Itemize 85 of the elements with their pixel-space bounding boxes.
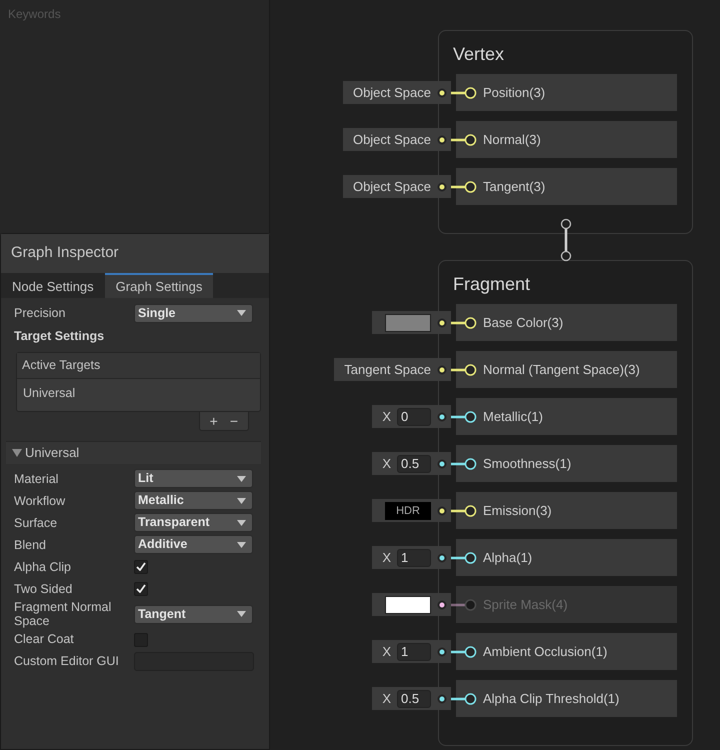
checkbox[interactable]: [134, 582, 148, 596]
caret-icon: [237, 520, 246, 526]
port-connector: [451, 692, 477, 706]
field-label: Precision: [14, 306, 66, 320]
port-connector: [451, 551, 477, 565]
list-item[interactable]: Universal: [17, 378, 260, 412]
slot-input[interactable]: X 0.5: [372, 687, 451, 710]
input-slot[interactable]: Metallic(1): [456, 398, 677, 435]
dropdown[interactable]: Additive: [134, 535, 253, 554]
port-connector: [451, 180, 477, 194]
number-field[interactable]: 0.5: [397, 454, 431, 472]
port-connector: [451, 504, 477, 518]
tab[interactable]: Graph Settings: [104, 272, 214, 298]
foldout-header[interactable]: Universal: [6, 441, 261, 464]
number-field[interactable]: 1: [397, 548, 431, 566]
dropdown[interactable]: Lit: [134, 469, 253, 488]
slot-input[interactable]: Object Space: [342, 128, 451, 151]
dropdown[interactable]: Single: [134, 304, 253, 322]
axis-label: X: [382, 408, 391, 426]
slot-input[interactable]: [372, 311, 451, 334]
input-slot[interactable]: Emission(3): [456, 492, 677, 529]
add-button[interactable]: +: [206, 412, 222, 430]
axis-label: X: [382, 548, 391, 567]
axis-label: X: [382, 690, 391, 708]
checkbox[interactable]: [134, 560, 148, 574]
input-slot[interactable]: Normal (Tangent Space)(3): [456, 351, 677, 388]
slot-input[interactable]: X 1: [372, 546, 451, 569]
node-title: Fragment: [452, 273, 530, 295]
input-slot[interactable]: Alpha(1): [456, 539, 677, 576]
checkmark-icon: [136, 562, 146, 572]
input-slot[interactable]: Normal(3): [456, 121, 677, 158]
dropdown[interactable]: Transparent: [134, 513, 253, 532]
input-slot[interactable]: Ambient Occlusion(1): [456, 633, 677, 670]
section-heading: Target Settings: [14, 328, 104, 345]
number-field[interactable]: 0.5: [397, 690, 431, 708]
port-connector: [451, 363, 477, 377]
checkmark-icon: [136, 584, 146, 594]
input-slot[interactable]: Position(3): [456, 74, 677, 111]
input-slot[interactable]: Tangent(3): [456, 168, 677, 205]
slot-input[interactable]: X 0.5: [372, 452, 451, 475]
field-label: Clear Coat: [14, 632, 75, 647]
caret-icon: [237, 476, 246, 482]
field-label: Workflow: [14, 494, 66, 508]
slot-input[interactable]: Object Space: [342, 175, 451, 198]
axis-label: X: [382, 454, 391, 473]
slot-input[interactable]: X 0: [372, 405, 451, 428]
foldout-title: Universal: [25, 444, 80, 462]
input-slot[interactable]: Alpha Clip Threshold(1): [456, 680, 677, 717]
input-slot[interactable]: Base Color(3): [456, 304, 677, 341]
tab[interactable]: Node Settings: [1, 272, 105, 298]
list-header: Active Targets: [17, 352, 260, 378]
port-connector: [451, 410, 477, 424]
field-label: Material: [14, 472, 60, 486]
field-label: Alpha Clip: [14, 560, 72, 574]
port-connector: [451, 457, 477, 471]
field-label: Blend: [14, 538, 47, 552]
port-connector: [451, 316, 477, 330]
number-field[interactable]: 1: [397, 642, 431, 660]
caret-icon: [237, 310, 246, 316]
caret-icon: [237, 542, 246, 548]
caret-icon: [237, 611, 246, 618]
dropdown[interactable]: Metallic: [134, 491, 253, 510]
port-connector: [451, 86, 477, 100]
slot-input[interactable]: Tangent Space: [334, 358, 451, 381]
field-label: Two Sided: [14, 582, 74, 596]
field-label: Custom Editor GUI: [14, 654, 120, 669]
panel-title: Graph Inspector: [11, 244, 119, 261]
remove-button[interactable]: −: [226, 412, 242, 430]
port-connector: [451, 645, 477, 659]
port-connector: [451, 133, 477, 147]
slot-input[interactable]: Object Space: [342, 81, 451, 104]
node-title: Vertex: [452, 43, 504, 65]
field-label: Fragment Normal Space: [14, 600, 112, 628]
color-swatch[interactable]: [385, 314, 431, 332]
hdr-color-swatch[interactable]: HDR: [385, 502, 431, 520]
axis-label: X: [382, 642, 391, 661]
field-label: Surface: [14, 516, 58, 530]
dropdown[interactable]: Tangent: [134, 604, 253, 624]
slot-input[interactable]: [372, 593, 451, 616]
slot-input[interactable]: HDR: [372, 499, 451, 522]
input-slot[interactable]: Smoothness(1): [456, 445, 677, 482]
port-connector: [451, 598, 477, 612]
caret-icon: [237, 498, 246, 504]
number-field[interactable]: 0: [397, 408, 431, 426]
slot-input[interactable]: X 1: [372, 640, 451, 663]
